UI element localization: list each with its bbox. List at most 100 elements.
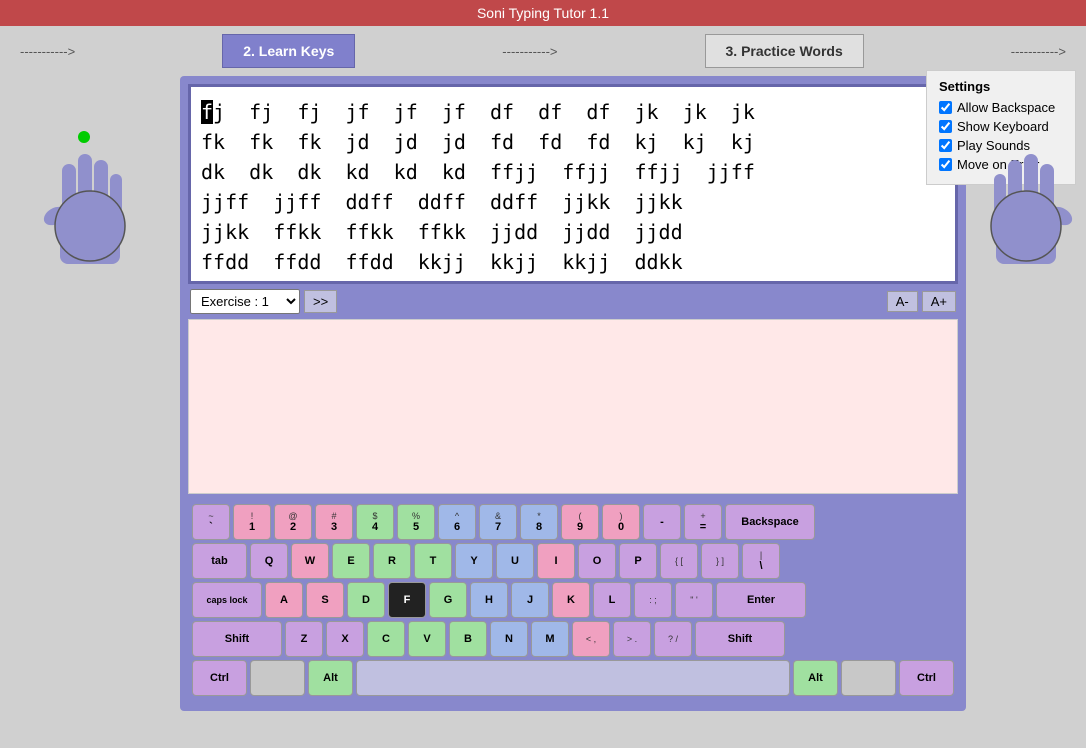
key-j[interactable]: J — [511, 582, 549, 618]
allow-backspace-checkbox[interactable] — [939, 101, 952, 114]
key-backspace[interactable]: Backspace — [725, 504, 815, 540]
key-enter[interactable]: Enter — [716, 582, 806, 618]
key-r[interactable]: R — [373, 543, 411, 579]
first-char: f — [201, 100, 213, 124]
show-keyboard-label: Show Keyboard — [957, 119, 1049, 134]
key-bracket-left[interactable]: { [ — [660, 543, 698, 579]
key-alt-right[interactable]: Alt — [793, 660, 838, 696]
key-win-left[interactable] — [250, 660, 305, 696]
nav-bar: -----------> 2. Learn Keys -----------> … — [0, 26, 1086, 76]
key-shift-left[interactable]: Shift — [192, 621, 282, 657]
key-3[interactable]: #3 — [315, 504, 353, 540]
right-hand-icon — [976, 136, 1076, 266]
key-x[interactable]: X — [326, 621, 364, 657]
keyboard: ~` !1 @2 #3 $4 %5 ^6 &7 *8 (9 )0 - += Ba… — [188, 500, 958, 703]
key-g[interactable]: G — [429, 582, 467, 618]
key-d[interactable]: D — [347, 582, 385, 618]
font-increase-button[interactable]: A+ — [922, 291, 956, 312]
key-z[interactable]: Z — [285, 621, 323, 657]
typing-area[interactable] — [188, 319, 958, 494]
key-q[interactable]: Q — [250, 543, 288, 579]
font-buttons: A- A+ — [887, 291, 956, 312]
key-h[interactable]: H — [470, 582, 508, 618]
key-comma[interactable]: < , — [572, 621, 610, 657]
key-0[interactable]: )0 — [602, 504, 640, 540]
key-backslash[interactable]: |\ — [742, 543, 780, 579]
settings-title: Settings — [939, 79, 1063, 94]
key-ctrl-left[interactable]: Ctrl — [192, 660, 247, 696]
key-l[interactable]: L — [593, 582, 631, 618]
exercise-select[interactable]: Exercise : 1Exercise : 2Exercise : 3Exer… — [190, 289, 300, 314]
key-shift-right[interactable]: Shift — [695, 621, 785, 657]
key-bracket-right[interactable]: } ] — [701, 543, 739, 579]
keyboard-row-5: Ctrl Alt Alt Ctrl — [192, 660, 954, 696]
center-panel: fj fj fj jf jf jf df df df jk jk jk fk f… — [180, 76, 966, 711]
key-m[interactable]: M — [531, 621, 569, 657]
font-decrease-button[interactable]: A- — [887, 291, 918, 312]
text-content: j fj fj jf jf jf df df df jk jk jk fk fk… — [201, 100, 755, 274]
exercise-select-wrap: Exercise : 1Exercise : 2Exercise : 3Exer… — [190, 289, 337, 314]
key-4[interactable]: $4 — [356, 504, 394, 540]
key-6[interactable]: ^6 — [438, 504, 476, 540]
key-e[interactable]: E — [332, 543, 370, 579]
key-s[interactable]: S — [306, 582, 344, 618]
key-capslock[interactable]: caps lock — [192, 582, 262, 618]
nav-arrow-2: -----------> — [502, 44, 557, 59]
right-hand-container — [976, 136, 1076, 271]
key-win-right[interactable] — [841, 660, 896, 696]
show-keyboard-setting: Show Keyboard — [939, 119, 1063, 134]
keyboard-row-4: Shift Z X C V B N M < , > . ? / Shift — [192, 621, 954, 657]
next-button[interactable]: >> — [304, 290, 337, 313]
keyboard-row-1: ~` !1 @2 #3 $4 %5 ^6 &7 *8 (9 )0 - += Ba… — [192, 504, 954, 540]
key-minus[interactable]: - — [643, 504, 681, 540]
key-9[interactable]: (9 — [561, 504, 599, 540]
app-title: Soni Typing Tutor 1.1 — [477, 5, 609, 21]
key-semicolon[interactable]: : ; — [634, 582, 672, 618]
text-display: fj fj fj jf jf jf df df df jk jk jk fk f… — [188, 84, 958, 284]
key-u[interactable]: U — [496, 543, 534, 579]
key-period[interactable]: > . — [613, 621, 651, 657]
key-b[interactable]: B — [449, 621, 487, 657]
key-equals[interactable]: += — [684, 504, 722, 540]
left-hand-area — [10, 76, 170, 711]
key-space[interactable] — [356, 660, 790, 696]
step2-button[interactable]: 2. Learn Keys — [222, 34, 355, 68]
play-sounds-checkbox[interactable] — [939, 139, 952, 152]
key-f[interactable]: F — [388, 582, 426, 618]
key-n[interactable]: N — [490, 621, 528, 657]
allow-backspace-setting: Allow Backspace — [939, 100, 1063, 115]
title-bar: Soni Typing Tutor 1.1 — [0, 0, 1086, 26]
allow-backspace-label: Allow Backspace — [957, 100, 1055, 115]
key-quote[interactable]: " ' — [675, 582, 713, 618]
key-2[interactable]: @2 — [274, 504, 312, 540]
left-hand-container — [40, 136, 140, 271]
key-v[interactable]: V — [408, 621, 446, 657]
key-i[interactable]: I — [537, 543, 575, 579]
key-tab[interactable]: tab — [192, 543, 247, 579]
key-backtick[interactable]: ~` — [192, 504, 230, 540]
typing-input[interactable] — [194, 325, 952, 488]
key-a[interactable]: A — [265, 582, 303, 618]
key-slash[interactable]: ? / — [654, 621, 692, 657]
key-w[interactable]: W — [291, 543, 329, 579]
keyboard-row-2: tab Q W E R T Y U I O P { [ } ] |\ — [192, 543, 954, 579]
key-c[interactable]: C — [367, 621, 405, 657]
left-hand-icon — [40, 136, 140, 266]
key-8[interactable]: *8 — [520, 504, 558, 540]
step3-button[interactable]: 3. Practice Words — [705, 34, 864, 68]
key-ctrl-right[interactable]: Ctrl — [899, 660, 954, 696]
key-o[interactable]: O — [578, 543, 616, 579]
move-on-error-checkbox[interactable] — [939, 158, 952, 171]
finger-dot — [78, 131, 90, 143]
key-7[interactable]: &7 — [479, 504, 517, 540]
key-k[interactable]: K — [552, 582, 590, 618]
key-alt-left[interactable]: Alt — [308, 660, 353, 696]
key-p[interactable]: P — [619, 543, 657, 579]
key-1[interactable]: !1 — [233, 504, 271, 540]
right-hand-area — [976, 76, 1076, 711]
key-y[interactable]: Y — [455, 543, 493, 579]
key-5[interactable]: %5 — [397, 504, 435, 540]
nav-arrow-0: -----------> — [20, 44, 75, 59]
show-keyboard-checkbox[interactable] — [939, 120, 952, 133]
key-t[interactable]: T — [414, 543, 452, 579]
